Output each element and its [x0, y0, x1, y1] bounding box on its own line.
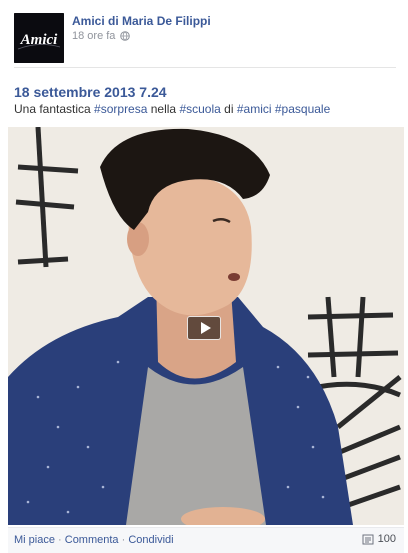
post-date: 18 settembre 2013 7.24 — [14, 84, 167, 100]
post-actions: Mi piace · Commenta · Condividi — [14, 534, 174, 546]
hashtag-amici[interactable]: #amici — [237, 102, 272, 116]
share-link[interactable]: Condividi — [128, 534, 173, 546]
comment-link[interactable]: Commenta — [65, 534, 119, 546]
play-icon[interactable] — [187, 316, 221, 340]
amici-logo: Amici — [14, 13, 64, 63]
action-bar: Mi piace · Commenta · Condividi 100 — [8, 527, 404, 553]
like-link[interactable]: Mi piace — [14, 534, 55, 546]
share-count[interactable]: 100 — [362, 533, 396, 545]
hashtag-pasquale[interactable]: #pasquale — [275, 102, 330, 116]
globe-icon[interactable] — [120, 31, 131, 41]
action-separator: · — [118, 534, 129, 546]
page-name-link[interactable]: Amici di Maria De Filippi — [72, 14, 211, 28]
action-separator: · — [54, 534, 65, 546]
page-avatar[interactable]: Amici — [14, 13, 64, 63]
hashtag-scuola[interactable]: #scuola — [179, 102, 220, 116]
post-meta: 18 ore fa — [72, 30, 131, 42]
video-player[interactable] — [8, 127, 404, 525]
facebook-post-card: Amici Amici di Maria De Filippi 18 ore f… — [0, 0, 408, 553]
hashtag-sorpresa[interactable]: #sorpresa — [94, 102, 147, 116]
post-timestamp[interactable]: 18 ore fa — [72, 30, 115, 42]
post-caption: Una fantastica #sorpresa nella #scuola d… — [14, 102, 330, 116]
caption-text: Una fantastica — [14, 102, 95, 116]
share-icon — [362, 534, 374, 545]
caption-text: di — [220, 102, 237, 116]
header-divider — [14, 67, 396, 68]
svg-text:Amici: Amici — [20, 32, 58, 48]
caption-text: nella — [147, 102, 180, 116]
share-count-value: 100 — [377, 533, 396, 545]
